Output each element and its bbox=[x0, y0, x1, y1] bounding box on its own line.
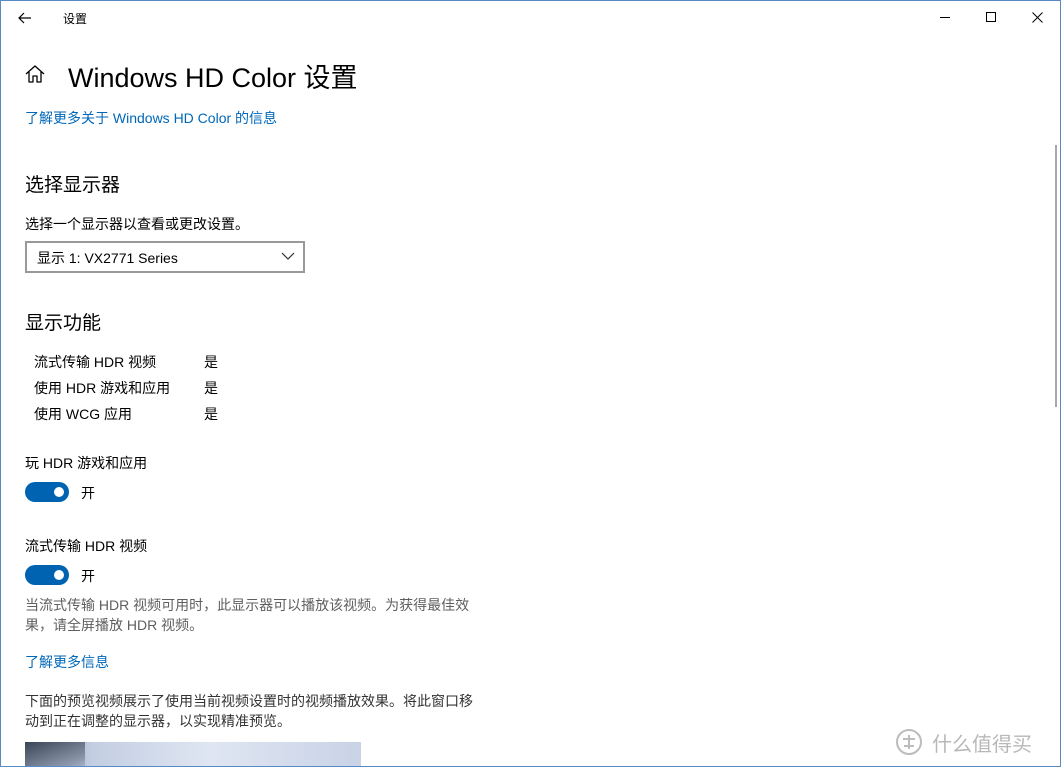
preview-description: 下面的预览视频展示了使用当前视频设置时的视频播放效果。将此窗口移动到正在调整的显… bbox=[25, 693, 473, 729]
scrollbar[interactable] bbox=[1055, 145, 1057, 407]
capability-value: 是 bbox=[204, 354, 218, 370]
watermark: 什么值得买 bbox=[894, 724, 1054, 760]
learn-more-hd-color-link[interactable]: 了解更多关于 Windows HD Color 的信息 bbox=[25, 108, 277, 128]
display-capabilities-heading: 显示功能 bbox=[25, 313, 102, 334]
home-button[interactable] bbox=[24, 63, 48, 87]
hdr-video-state: 开 bbox=[81, 568, 95, 584]
display-select-value: 显示 1: VX2771 Series bbox=[37, 250, 178, 266]
hdr-video-toggle[interactable] bbox=[25, 565, 69, 585]
window-title: 设置 bbox=[63, 12, 88, 26]
hdr-preview-video[interactable] bbox=[25, 742, 361, 766]
hdr-games-label: 玩 HDR 游戏和应用 bbox=[25, 455, 148, 471]
capability-value: 是 bbox=[204, 380, 218, 396]
minimize-button[interactable] bbox=[922, 1, 968, 33]
back-button[interactable] bbox=[11, 5, 39, 31]
watermark-text: 什么值得买 bbox=[932, 733, 1032, 756]
home-icon bbox=[25, 65, 45, 83]
toggle-knob bbox=[54, 570, 64, 580]
toggle-knob bbox=[54, 487, 64, 497]
maximize-button[interactable] bbox=[968, 1, 1014, 33]
capability-value: 是 bbox=[204, 406, 218, 422]
back-arrow-icon bbox=[18, 12, 31, 24]
hdr-games-state: 开 bbox=[81, 485, 95, 501]
select-display-heading: 选择显示器 bbox=[25, 175, 121, 196]
hdr-games-toggle[interactable] bbox=[25, 482, 69, 502]
capability-name: 流式传输 HDR 视频 bbox=[34, 354, 157, 370]
close-button[interactable] bbox=[1014, 1, 1060, 33]
hdr-video-description: 当流式传输 HDR 视频可用时，此显示器可以播放该视频。为获得最佳效果，请全屏播… bbox=[25, 597, 470, 633]
close-icon bbox=[1031, 11, 1043, 23]
watermark-logo-icon bbox=[896, 729, 922, 755]
settings-window: 设置 Windows HD Color 设置 了解更多关于 Windows HD… bbox=[0, 0, 1061, 767]
page-title: Windows HD Color 设置 bbox=[68, 63, 358, 93]
select-display-instruction: 选择一个显示器以查看或更改设置。 bbox=[25, 216, 249, 232]
display-select-dropdown[interactable]: 显示 1: VX2771 Series bbox=[25, 241, 305, 273]
capability-name: 使用 WCG 应用 bbox=[34, 406, 132, 422]
minimize-icon bbox=[940, 17, 950, 18]
hdr-video-label: 流式传输 HDR 视频 bbox=[25, 538, 148, 554]
chevron-down-icon bbox=[281, 252, 295, 260]
learn-more-link[interactable]: 了解更多信息 bbox=[25, 652, 109, 672]
preview-image-shade bbox=[25, 742, 85, 766]
title-bar: 设置 bbox=[1, 1, 1060, 35]
maximize-icon bbox=[986, 12, 996, 22]
capability-name: 使用 HDR 游戏和应用 bbox=[34, 380, 171, 396]
